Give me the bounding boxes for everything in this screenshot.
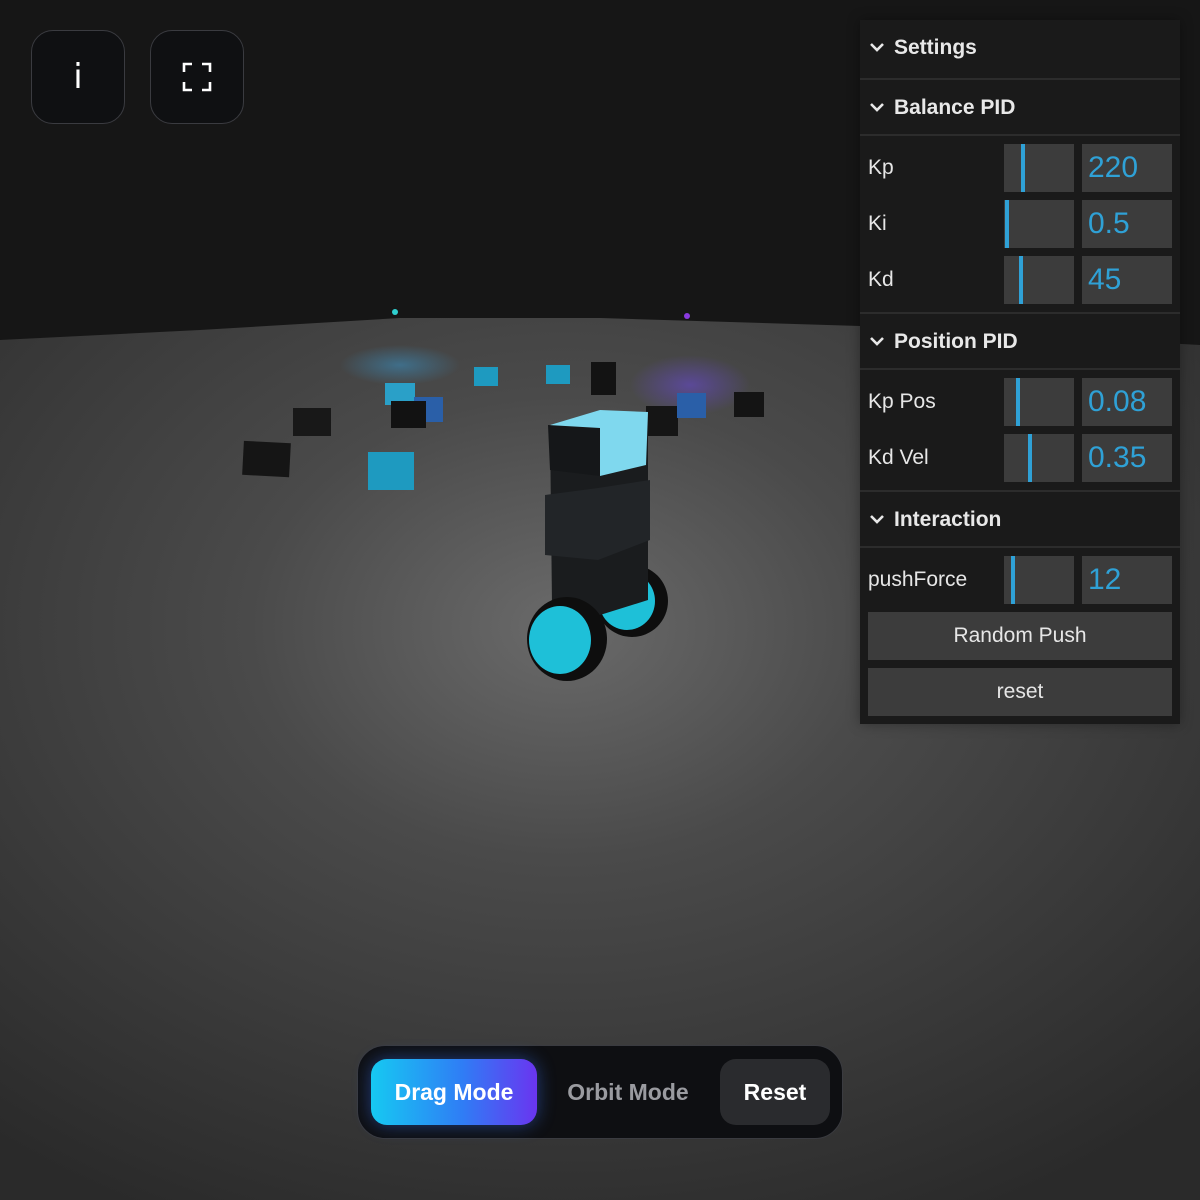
kp-pos-label: Kp Pos <box>868 390 936 413</box>
chevron-down-icon <box>870 515 884 524</box>
box[interactable] <box>242 440 291 478</box>
box[interactable] <box>368 452 414 490</box>
ki-slider[interactable] <box>1004 200 1074 248</box>
drag-mode-button[interactable]: Drag Mode <box>371 1059 537 1125</box>
folder-title: Balance PID <box>894 96 1016 119</box>
kd-input[interactable] <box>1082 256 1172 304</box>
kd-vel-input[interactable] <box>1082 434 1172 482</box>
push-force-label: pushForce <box>868 568 968 591</box>
box[interactable] <box>474 367 498 386</box>
cyan-light-marker <box>392 309 398 315</box>
orbit-mode-button[interactable]: Orbit Mode <box>548 1059 708 1125</box>
divider <box>860 368 1180 370</box>
folder-title: Interaction <box>894 508 1002 531</box>
kd-slider[interactable] <box>1004 256 1074 304</box>
box[interactable] <box>677 393 706 418</box>
box[interactable] <box>546 365 570 384</box>
folder-balance-pid[interactable]: Balance PID <box>860 80 1180 136</box>
box[interactable] <box>391 401 426 428</box>
kp-slider[interactable] <box>1004 144 1074 192</box>
mode-toolbar: Drag Mode Orbit Mode Reset <box>357 1045 843 1139</box>
folder-position-pid[interactable]: Position PID <box>860 314 1180 370</box>
push-force-input[interactable] <box>1082 556 1172 604</box>
fullscreen-icon <box>182 62 212 92</box>
simulation-viewport[interactable]: i Settings Balance PID Kp Ki Kd <box>0 0 1200 1200</box>
kp-pos-input[interactable] <box>1082 378 1172 426</box>
panel-reset-button[interactable]: reset <box>868 668 1172 716</box>
folder-title: Position PID <box>894 330 1018 353</box>
chevron-down-icon <box>870 337 884 346</box>
divider <box>860 546 1180 548</box>
folder-interaction[interactable]: Interaction <box>860 492 1180 548</box>
random-push-button[interactable]: Random Push <box>868 612 1172 660</box>
chevron-down-icon <box>870 43 884 52</box>
kp-pos-slider[interactable] <box>1004 378 1074 426</box>
chevron-down-icon <box>870 103 884 112</box>
kp-label: Kp <box>868 156 894 179</box>
fullscreen-button[interactable] <box>150 30 244 124</box>
box[interactable] <box>646 406 678 436</box>
box[interactable] <box>591 362 616 395</box>
info-icon: i <box>73 57 83 97</box>
push-force-slider[interactable] <box>1004 556 1074 604</box>
box[interactable] <box>734 392 764 417</box>
divider <box>860 134 1180 136</box>
purple-light-marker <box>684 313 690 319</box>
settings-title: Settings <box>894 36 977 59</box>
robot-head-side <box>548 425 600 476</box>
settings-header[interactable]: Settings <box>860 20 1180 76</box>
kd-vel-label: Kd Vel <box>868 446 929 469</box>
cyan-light-glow <box>340 345 460 385</box>
robot-wheel-front-face <box>529 606 591 674</box>
settings-panel: Settings Balance PID Kp Ki Kd Position P… <box>860 20 1180 724</box>
kd-label: Kd <box>868 268 894 291</box>
box[interactable] <box>293 408 331 436</box>
reset-button[interactable]: Reset <box>720 1059 830 1125</box>
ki-input[interactable] <box>1082 200 1172 248</box>
info-button[interactable]: i <box>31 30 125 124</box>
kd-vel-slider[interactable] <box>1004 434 1074 482</box>
ki-label: Ki <box>868 212 887 235</box>
kp-input[interactable] <box>1082 144 1172 192</box>
